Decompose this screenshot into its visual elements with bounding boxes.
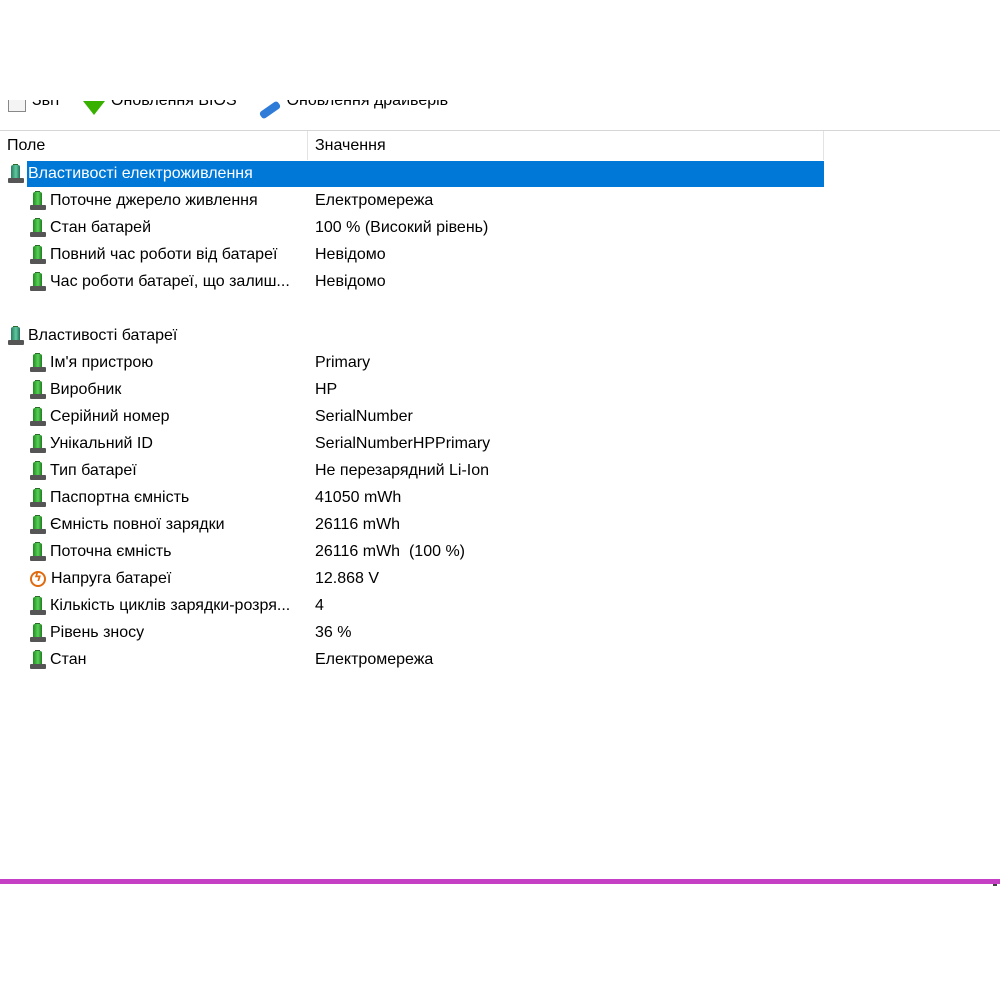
group-header-power-properties[interactable]: Властивості електроживлення	[0, 160, 1000, 187]
battery-icon	[30, 487, 46, 508]
column-header-value[interactable]: Значення	[315, 131, 815, 160]
list-item[interactable]: Ім'я пристрою Primary	[0, 349, 1000, 376]
list-item[interactable]: Поточна ємність 26116 mWh (100 %)	[0, 538, 1000, 565]
field-label: Стан	[50, 650, 87, 668]
bios-update-button[interactable]: Оновлення BIOS	[83, 100, 237, 115]
field-value: 12.868 V	[315, 570, 380, 587]
field-value: Не перезарядний Li-Ion	[315, 462, 490, 479]
driver-update-button-label: Оновлення драйверів	[286, 100, 449, 109]
field-value: 41050 mWh	[315, 489, 402, 506]
field-value: Primary	[315, 354, 371, 371]
field-label: Виробник	[50, 380, 122, 398]
voltage-icon	[30, 570, 46, 587]
row-spacer	[0, 295, 1000, 322]
list-item[interactable]: Кількість циклів зарядки-розря... 4	[0, 592, 1000, 619]
list-item[interactable]: Паспортна ємність 41050 mWh	[0, 484, 1000, 511]
report-button[interactable]: Звіт	[8, 100, 61, 112]
battery-icon	[30, 541, 46, 562]
field-value: 100 % (Високий рівень)	[315, 219, 489, 236]
list-header: Поле Значення	[0, 130, 1000, 160]
battery-icon	[30, 352, 46, 373]
field-label: Кількість циклів зарядки-розря...	[50, 596, 291, 614]
group-title: Властивості батареї	[28, 326, 178, 344]
list-item[interactable]: Стан Електромережа	[0, 646, 1000, 673]
battery-info-window: Звіт Оновлення BIOS Оновлення драйверів …	[0, 0, 1000, 1000]
property-list: Властивості електроживлення Поточне джер…	[0, 160, 1000, 673]
list-item[interactable]: Рівень зносу 36 %	[0, 619, 1000, 646]
field-label: Унікальний ID	[50, 434, 153, 452]
battery-icon	[30, 271, 46, 292]
field-label: Паспортна ємність	[50, 488, 190, 506]
bottom-corner-mark	[993, 884, 997, 886]
list-item[interactable]: Повний час роботи від батареї Невідомо	[0, 241, 1000, 268]
field-value: 26116 mWh (100 %)	[315, 543, 465, 560]
list-item[interactable]: Напруга батареї 12.868 V	[0, 565, 1000, 592]
field-label: Стан батарей	[50, 218, 152, 236]
battery-icon	[30, 460, 46, 481]
field-label: Повний час роботи від батареї	[50, 245, 278, 263]
driver-update-icon	[258, 100, 281, 120]
field-value: SerialNumberHPPrimary	[315, 435, 491, 452]
column-header-field[interactable]: Поле	[7, 131, 305, 160]
bios-update-icon	[83, 101, 106, 115]
list-item[interactable]: Ємність повної зарядки 26116 mWh	[0, 511, 1000, 538]
battery-icon	[30, 622, 46, 643]
group-title: Властивості електроживлення	[28, 164, 253, 182]
battery-icon	[30, 217, 46, 238]
field-label: Серійний номер	[50, 407, 170, 425]
field-value: 26116 mWh	[315, 516, 401, 533]
list-item[interactable]: Поточне джерело живлення Електромережа	[0, 187, 1000, 214]
field-label: Рівень зносу	[50, 623, 145, 641]
field-label: Поточне джерело живлення	[50, 191, 258, 209]
report-button-label: Звіт	[32, 100, 62, 109]
field-value: SerialNumber	[315, 408, 413, 425]
field-value: Невідомо	[315, 246, 386, 263]
list-item[interactable]: Унікальний ID SerialNumberHPPrimary	[0, 430, 1000, 457]
battery-icon	[30, 514, 46, 535]
battery-icon	[30, 190, 46, 211]
column-separator[interactable]	[307, 131, 308, 160]
field-label: Ім'я пристрою	[50, 353, 154, 371]
field-label: Час роботи батареї, що залиш...	[50, 272, 290, 290]
list-item[interactable]: Тип батареї Не перезарядний Li-Ion	[0, 457, 1000, 484]
battery-icon	[8, 325, 24, 346]
field-label: Тип батареї	[50, 461, 137, 479]
field-value: Електромережа	[315, 651, 434, 668]
field-value: HP	[315, 381, 338, 398]
battery-icon	[30, 244, 46, 265]
battery-icon	[30, 595, 46, 616]
battery-icon	[8, 163, 24, 184]
list-item[interactable]: Виробник HP	[0, 376, 1000, 403]
bios-update-button-label: Оновлення BIOS	[111, 100, 237, 109]
column-separator[interactable]	[823, 131, 824, 160]
group-header-battery-properties[interactable]: Властивості батареї	[0, 322, 1000, 349]
toolbar: Звіт Оновлення BIOS Оновлення драйверів	[0, 100, 1000, 124]
battery-icon	[30, 379, 46, 400]
bottom-accent-bar	[0, 879, 1000, 884]
driver-update-button[interactable]: Оновлення драйверів	[258, 100, 449, 120]
field-value: Невідомо	[315, 273, 386, 290]
battery-icon	[30, 406, 46, 427]
field-value: 4	[315, 597, 324, 614]
battery-icon	[30, 649, 46, 670]
field-value: 36 %	[315, 624, 352, 641]
field-label: Напруга батареї	[51, 569, 172, 587]
list-item[interactable]: Стан батарей 100 % (Високий рівень)	[0, 214, 1000, 241]
field-value: Електромережа	[315, 192, 434, 209]
field-label: Поточна ємність	[50, 542, 172, 560]
report-icon	[8, 100, 26, 112]
list-item[interactable]: Серійний номер SerialNumber	[0, 403, 1000, 430]
field-label: Ємність повної зарядки	[50, 515, 225, 533]
list-item[interactable]: Час роботи батареї, що залиш... Невідомо	[0, 268, 1000, 295]
battery-icon	[30, 433, 46, 454]
